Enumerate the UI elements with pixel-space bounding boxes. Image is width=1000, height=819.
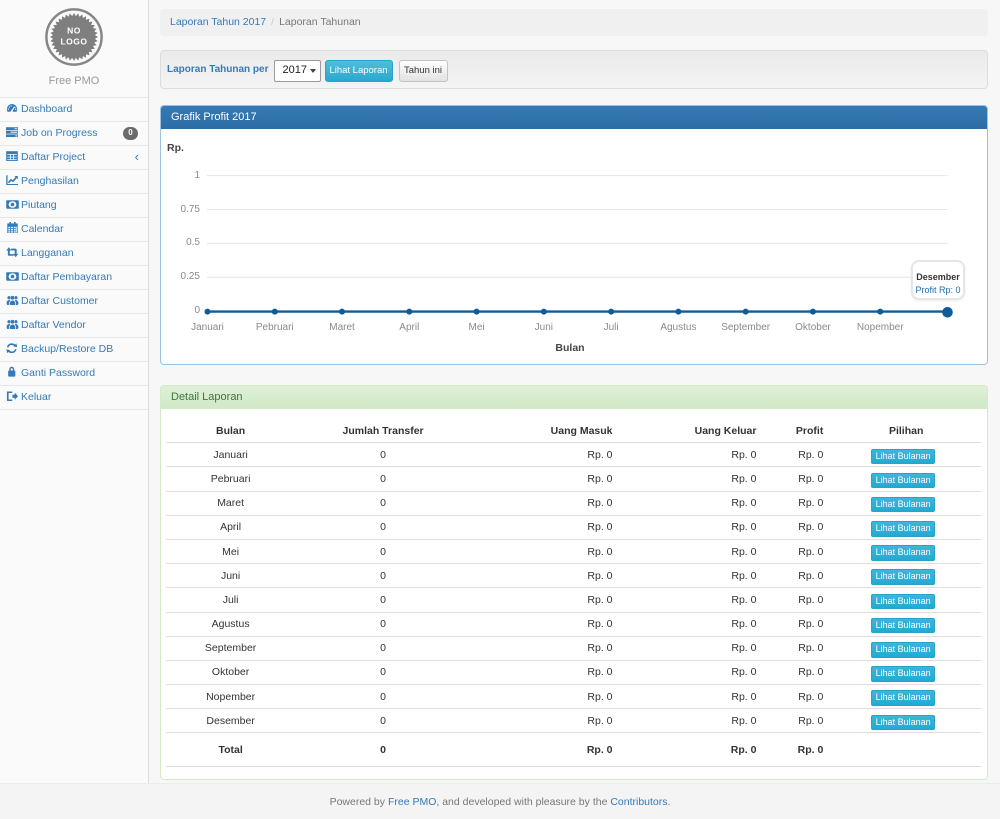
svg-text:LOGO: LOGO xyxy=(60,37,87,47)
svg-text:NO: NO xyxy=(67,26,81,36)
